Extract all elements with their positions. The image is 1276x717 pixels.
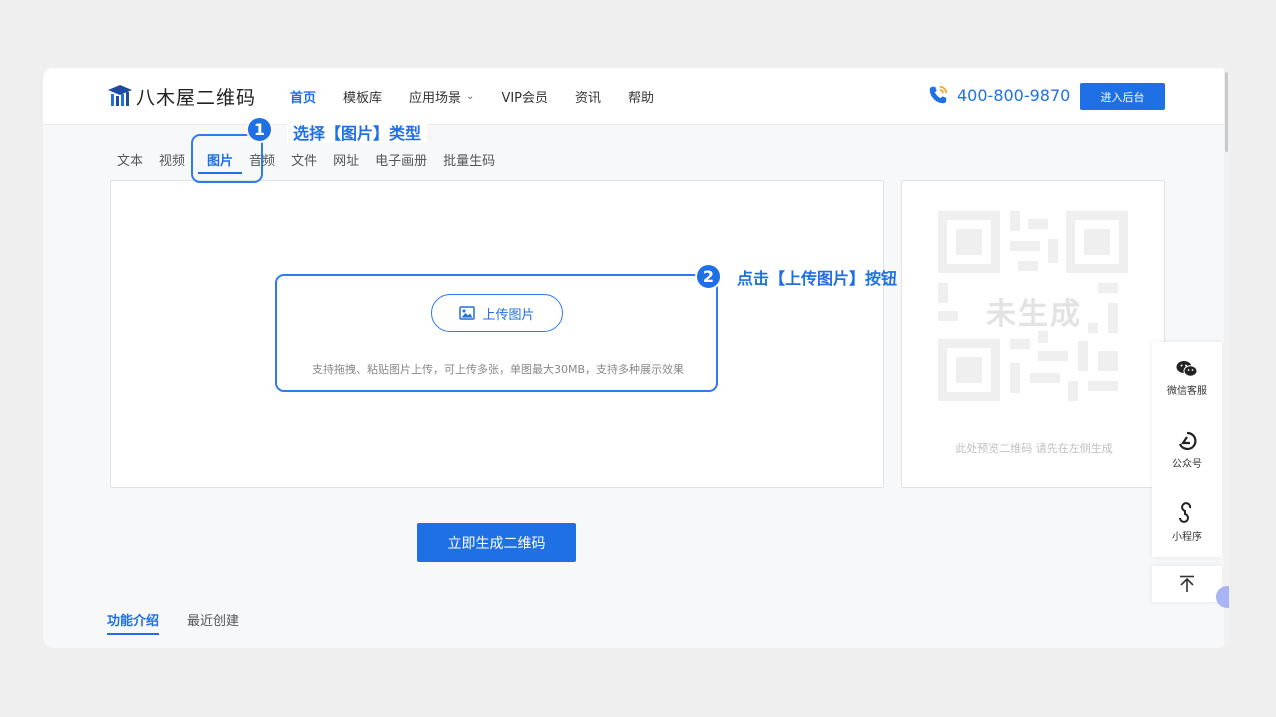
phone-contact[interactable]: 400-800-9870 [927,84,1070,106]
official-account-icon [1178,431,1197,450]
tab-text[interactable]: 文本 [117,150,143,169]
logo[interactable]: 八木屋二维码 [107,83,256,109]
logo-mark-icon [107,84,133,108]
nav-scenarios[interactable]: 应用场景 ⌄ [409,87,474,106]
main-nav: 首页 模板库 应用场景 ⌄ VIP会员 资讯 帮助 [290,68,681,125]
nav-news-label: 资讯 [575,91,602,106]
callout-1-text: 选择【图片】类型 [287,120,428,144]
nav-news[interactable]: 资讯 [575,87,601,106]
scrollbar-thumb[interactable] [1225,72,1228,152]
nav-home[interactable]: 首页 [290,87,316,106]
wechat-service-button[interactable]: 微信客服 [1152,342,1222,414]
nav-vip[interactable]: VIP会员 [501,87,548,106]
nav-scenarios-label: 应用场景 [409,91,462,106]
tab-recent-created[interactable]: 最近创建 [187,610,239,629]
chevron-down-icon: ⌄ [466,91,475,102]
callout-2-label: 点击【上传图片】按钮 [737,269,898,288]
phone-icon [929,85,948,104]
nav-templates[interactable]: 模板库 [343,87,382,106]
mini-program-button[interactable]: 小程序 [1152,486,1222,558]
tab-video[interactable]: 视频 [159,150,185,169]
callout-1-label: 选择【图片】类型 [287,124,428,143]
nav-home-label: 首页 [290,91,317,106]
scrollbar-track[interactable] [1224,68,1229,648]
nav-templates-label: 模板库 [343,91,383,106]
app-window: 八木屋二维码 首页 模板库 应用场景 ⌄ VIP会员 资讯 帮助 400-800-… [43,68,1229,648]
admin-dashboard-button[interactable]: 进入后台 [1080,83,1165,110]
tab-batch[interactable]: 批量生码 [443,150,495,169]
logo-text: 八木屋二维码 [136,86,257,109]
chat-bubble-icon[interactable] [1216,586,1229,608]
nav-help[interactable]: 帮助 [628,87,654,106]
info-tabs: 功能介绍 最近创建 [107,610,267,635]
mini-program-label: 小程序 [1172,531,1202,543]
tab-ebook[interactable]: 电子画册 [375,150,427,169]
official-account-button[interactable]: 公众号 [1152,414,1222,486]
callout-2-text: 点击【上传图片】按钮 [731,265,903,289]
qr-not-generated-label: 未生成 [986,297,1082,332]
top-header: 八木屋二维码 首页 模板库 应用场景 ⌄ VIP会员 资讯 帮助 400-800-… [43,68,1229,125]
nav-vip-label: VIP会员 [501,91,549,106]
official-account-label: 公众号 [1172,458,1202,470]
back-to-top-button[interactable] [1152,566,1222,602]
callout-2-highlight [275,274,718,392]
tab-feature-intro[interactable]: 功能介绍 [107,610,160,635]
nav-help-label: 帮助 [628,91,655,106]
wechat-icon [1176,360,1198,377]
tab-file[interactable]: 文件 [291,150,317,169]
callout-1-number: 1 [246,116,273,143]
arrow-up-icon [1180,575,1194,592]
wechat-service-label: 微信客服 [1167,385,1207,397]
generate-qr-button[interactable]: 立即生成二维码 [417,523,576,562]
mini-program-icon [1179,501,1192,523]
callout-2-number: 2 [695,263,722,290]
preview-hint: 此处预览二维码 请先在左侧生成 [955,442,1113,455]
tab-url[interactable]: 网址 [333,150,359,169]
qr-preview-panel: 未生成 此处预览二维码 请先在左侧生成 [901,180,1165,488]
code-type-tabs: 文本 视频 图片 音频 文件 网址 电子画册 批量生码 [117,150,511,174]
floating-toolbar: 微信客服 公众号 小程序 [1152,342,1222,557]
phone-number: 400-800-9870 [957,85,1071,105]
